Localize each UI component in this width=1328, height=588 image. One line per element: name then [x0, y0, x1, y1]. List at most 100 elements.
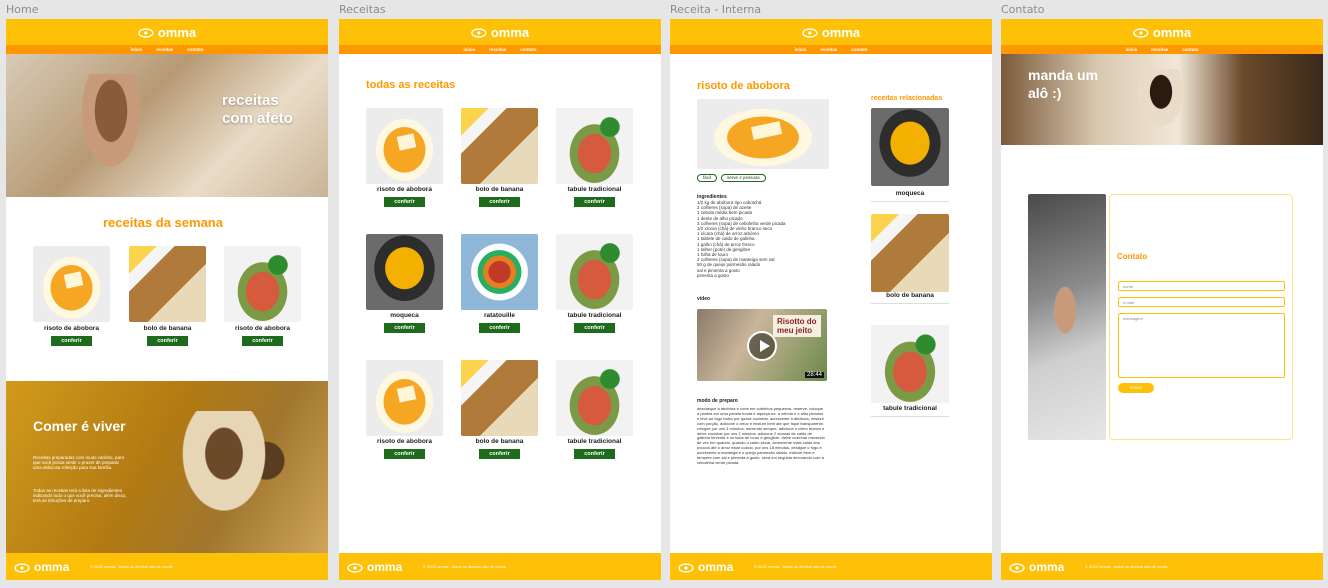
- card-image[interactable]: [33, 246, 110, 322]
- card-label: bolo de banana: [143, 325, 192, 332]
- logo[interactable]: omma: [138, 25, 196, 40]
- conferir-button[interactable]: conferir: [384, 197, 425, 207]
- pot-icon: [347, 562, 363, 573]
- conferir-button[interactable]: conferir: [479, 449, 520, 459]
- card-image[interactable]: [461, 360, 538, 436]
- nav-receitas[interactable]: receitas: [489, 45, 506, 54]
- video-duration: 28:44: [804, 372, 824, 378]
- hero-image: manda um alô :): [1001, 54, 1323, 145]
- preparo-title: modo de preparo: [697, 398, 738, 404]
- related-image[interactable]: [871, 108, 949, 186]
- people-shape: [66, 74, 156, 197]
- conferir-button[interactable]: conferir: [147, 336, 188, 346]
- card-label: risoto de abobora: [377, 186, 432, 193]
- hero-title: manda um alô :): [1028, 67, 1099, 101]
- interna-frame: omma início receitas contato risoto de a…: [670, 19, 992, 580]
- pot-icon: [1009, 562, 1025, 573]
- related-label[interactable]: moqueca: [871, 190, 949, 202]
- ingredients-list: 1/2 kg de abóbora tipo cabotchá 2 colher…: [697, 200, 817, 278]
- card-image[interactable]: [556, 360, 633, 436]
- conferir-button[interactable]: conferir: [242, 336, 283, 346]
- card-label: tabule tradicional: [567, 312, 622, 319]
- nav-inicio[interactable]: início: [130, 45, 142, 54]
- card-image[interactable]: [461, 234, 538, 310]
- form-title: Contato: [1117, 252, 1148, 261]
- frame-label-contato: Contato: [1001, 3, 1045, 16]
- conferir-button[interactable]: conferir: [51, 336, 92, 346]
- recipe-image: [697, 99, 829, 169]
- conferir-button[interactable]: conferir: [479, 197, 520, 207]
- about-text-1: Receitas preparadas com muito carinho, p…: [33, 455, 125, 471]
- card-image[interactable]: [556, 108, 633, 184]
- conferir-button[interactable]: conferir: [574, 449, 615, 459]
- about-text-2: Todas as receitas terá a lista de ingred…: [33, 488, 127, 504]
- video-player[interactable]: Risotto do meu jeito 28:44: [697, 309, 827, 381]
- card-label: risoto de abobora: [44, 325, 99, 332]
- card-image[interactable]: [366, 234, 443, 310]
- card-label: bolo de banana: [475, 438, 524, 445]
- brand-name: omma: [490, 25, 530, 40]
- preparo-text: descasque a abóbora e corte em cubinhos …: [697, 407, 825, 465]
- pot-icon: [802, 28, 818, 38]
- name-field[interactable]: nome: [1118, 281, 1285, 291]
- nav-inicio[interactable]: início: [463, 45, 475, 54]
- logo[interactable]: omma: [471, 25, 529, 40]
- nav-contato[interactable]: contato: [851, 45, 867, 54]
- hero-image: receitas com afeto: [6, 54, 328, 197]
- about-image: Comer é viver Receitas preparadas com mu…: [6, 381, 328, 553]
- conferir-button[interactable]: conferir: [384, 323, 425, 333]
- card-image[interactable]: [129, 246, 206, 322]
- footer-logo[interactable]: omma: [347, 560, 402, 574]
- nav-contato[interactable]: contato: [1182, 45, 1198, 54]
- nav-receitas[interactable]: receitas: [156, 45, 173, 54]
- related-label[interactable]: bolo de banana: [871, 292, 949, 304]
- nav-receitas[interactable]: receitas: [1151, 45, 1168, 54]
- footer-logo[interactable]: omma: [678, 560, 733, 574]
- footer-logo[interactable]: omma: [1009, 560, 1064, 574]
- card-image[interactable]: [461, 108, 538, 184]
- side-image: [1028, 194, 1106, 440]
- nav-contato[interactable]: contato: [187, 45, 203, 54]
- pot-icon: [1133, 28, 1149, 38]
- about-title: Comer é viver: [33, 418, 126, 434]
- related-image[interactable]: [871, 325, 949, 403]
- logo[interactable]: omma: [1133, 25, 1191, 40]
- card-image[interactable]: [366, 360, 443, 436]
- frame-label-home: Home: [6, 3, 39, 16]
- nav-contato[interactable]: contato: [520, 45, 536, 54]
- related-title: receitas relacionadas: [871, 95, 943, 102]
- card-image[interactable]: [224, 246, 301, 322]
- page-title: todas as receitas: [366, 79, 456, 91]
- tag-badge: serve 4 pessoas: [721, 174, 766, 182]
- play-icon[interactable]: [747, 331, 777, 361]
- copyright: © 2022 omma - todos os direitos são de v…: [754, 564, 837, 569]
- nav-receitas[interactable]: receitas: [820, 45, 837, 54]
- logo[interactable]: omma: [802, 25, 860, 40]
- people-shape: [1126, 69, 1196, 145]
- submit-button[interactable]: enviar: [1118, 383, 1154, 393]
- card-label: risoto de abobora: [377, 438, 432, 445]
- card-image[interactable]: [556, 234, 633, 310]
- card-image[interactable]: [366, 108, 443, 184]
- frame-label-interna: Receita - Interna: [670, 3, 762, 16]
- copyright: © 2022 omma - todos os direitos são de v…: [423, 564, 506, 569]
- email-field[interactable]: e-mail: [1118, 297, 1285, 307]
- card-label: bolo de banana: [475, 186, 524, 193]
- conferir-button[interactable]: conferir: [479, 323, 520, 333]
- footer: omma © 2022 omma - todos os direitos são…: [339, 553, 661, 580]
- card-label: tabule tradicional: [567, 438, 622, 445]
- message-field[interactable]: mensagem: [1118, 313, 1285, 378]
- related-image[interactable]: [871, 214, 949, 292]
- nav-inicio[interactable]: início: [794, 45, 806, 54]
- conferir-button[interactable]: conferir: [574, 323, 615, 333]
- footer-logo[interactable]: omma: [14, 560, 69, 574]
- related-label[interactable]: tabule tradicional: [871, 405, 949, 417]
- pot-icon: [471, 28, 487, 38]
- conferir-button[interactable]: conferir: [384, 449, 425, 459]
- brand-name: omma: [821, 25, 861, 40]
- nav-inicio[interactable]: início: [1125, 45, 1137, 54]
- card-label: tabule tradicional: [567, 186, 622, 193]
- week-title: receitas da semana: [103, 215, 223, 230]
- conferir-button[interactable]: conferir: [574, 197, 615, 207]
- header: omma: [6, 19, 328, 45]
